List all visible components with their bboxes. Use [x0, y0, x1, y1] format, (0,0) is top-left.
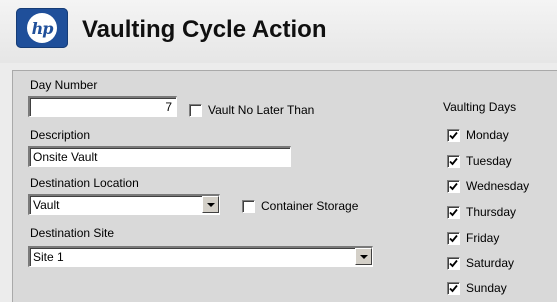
- day-checkbox-wednesday[interactable]: Wednesday: [447, 179, 529, 193]
- destination-location-label: Destination Location: [30, 176, 139, 190]
- day-label: Thursday: [466, 205, 517, 219]
- day-label: Sunday: [466, 281, 507, 295]
- vault-no-later-than-label: Vault No Later Than: [208, 103, 315, 117]
- day-label: Monday: [466, 128, 509, 142]
- day-checkbox-saturday[interactable]: Saturday: [447, 256, 514, 270]
- checkmark-icon: [449, 182, 458, 190]
- description-input[interactable]: Onsite Vault: [28, 146, 291, 167]
- checkbox-box[interactable]: [189, 103, 202, 117]
- checkbox-box[interactable]: [447, 128, 460, 142]
- container-storage-checkbox[interactable]: Container Storage: [242, 199, 358, 213]
- hp-logo-mark: hp: [27, 13, 57, 43]
- day-number-input[interactable]: 7: [28, 96, 177, 117]
- container-storage-label: Container Storage: [261, 199, 359, 213]
- header-bar: hp Vaulting Cycle Action: [0, 0, 557, 63]
- checkmark-icon: [449, 284, 458, 292]
- checkmark-icon: [449, 157, 458, 165]
- form-panel: Day Number 7 Vault No Later Than Descrip…: [12, 70, 557, 302]
- day-checkbox-monday[interactable]: Monday: [447, 128, 509, 142]
- day-checkbox-thursday[interactable]: Thursday: [447, 205, 516, 219]
- vault-no-later-than-checkbox[interactable]: Vault No Later Than: [189, 103, 314, 117]
- page-title: Vaulting Cycle Action: [82, 16, 327, 43]
- checkmark-icon: [449, 131, 458, 139]
- checkmark-icon: [449, 259, 458, 267]
- day-label: Friday: [466, 231, 500, 245]
- day-label: Saturday: [466, 256, 515, 270]
- chevron-down-icon[interactable]: [355, 248, 372, 265]
- checkbox-box[interactable]: [447, 256, 460, 270]
- day-label: Tuesday: [466, 154, 512, 168]
- checkbox-box[interactable]: [242, 199, 255, 213]
- description-label: Description: [30, 128, 91, 142]
- checkbox-box[interactable]: [447, 281, 460, 295]
- day-label: Wednesday: [466, 179, 530, 193]
- day-checkbox-sunday[interactable]: Sunday: [447, 281, 507, 295]
- day-checkbox-tuesday[interactable]: Tuesday: [447, 154, 512, 168]
- destination-site-select[interactable]: Site 1: [28, 246, 373, 267]
- day-number-label: Day Number: [30, 78, 98, 92]
- destination-location-value: Vault: [33, 198, 60, 212]
- chevron-down-icon[interactable]: [202, 196, 219, 213]
- vaulting-days-label: Vaulting Days: [443, 100, 517, 114]
- destination-site-label: Destination Site: [30, 226, 115, 240]
- checkmark-icon: [449, 234, 458, 242]
- checkbox-box[interactable]: [447, 205, 460, 219]
- checkbox-box[interactable]: [447, 154, 460, 168]
- hp-logo: hp: [16, 8, 68, 48]
- day-checkbox-friday[interactable]: Friday: [447, 231, 499, 245]
- destination-site-value: Site 1: [33, 250, 64, 264]
- destination-location-select[interactable]: Vault: [28, 194, 220, 215]
- checkmark-icon: [449, 208, 458, 216]
- checkbox-box[interactable]: [447, 179, 460, 193]
- checkbox-box[interactable]: [447, 231, 460, 245]
